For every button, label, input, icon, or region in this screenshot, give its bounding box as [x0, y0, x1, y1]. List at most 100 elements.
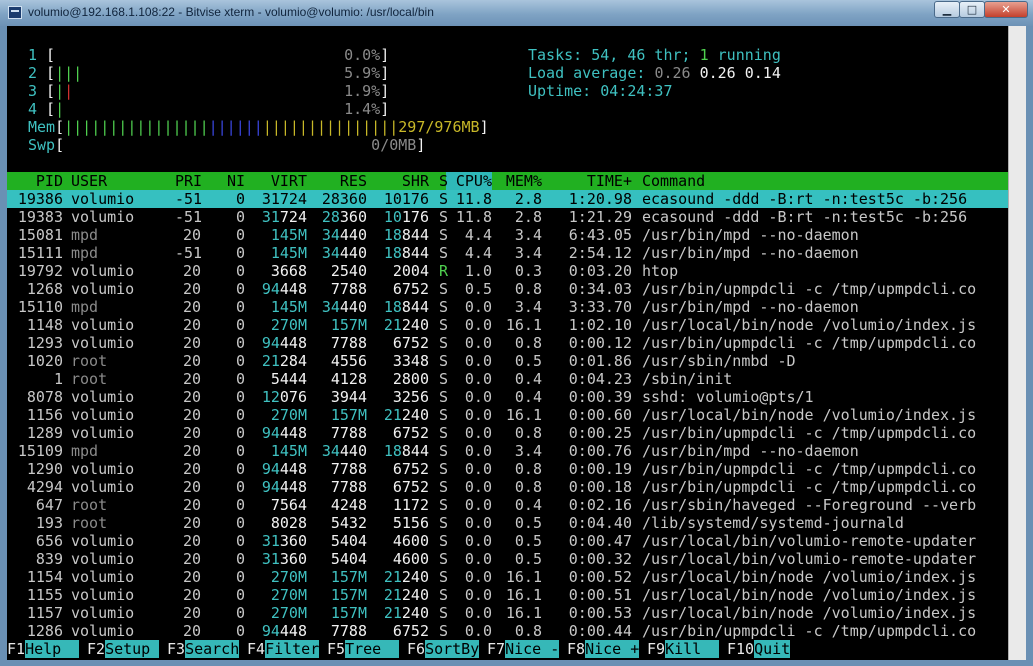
- process-row[interactable]: 193 root 20 0 8028 5432 5156 S 0.0 0.5 0:04.40/lib…: [7, 514, 904, 532]
- col-mem[interactable]: MEM%: [492, 172, 542, 190]
- process-row[interactable]: 1290 volumio 20 0 94448 7788 6752 S 0.0 0.8 0:00.1…: [7, 460, 976, 478]
- cell-shr: 2800: [392, 370, 429, 388]
- cell-shr: 21240: [383, 316, 429, 334]
- cell-ni: 0: [235, 370, 245, 388]
- process-row[interactable]: 1268 volumio 20 0 94448 7788 6752 S 0.5 0.8 0:34.0…: [7, 280, 976, 298]
- cell-pid: 1290: [26, 460, 63, 478]
- cell-cmd: /usr/bin/upmpdcli -c /tmp/upmpdcli.co: [642, 280, 977, 298]
- process-row[interactable]: 19383 volumio -51 0 31724 28360 10176 S 11.8 2.8 1…: [7, 208, 967, 226]
- col-res[interactable]: RES: [307, 172, 367, 190]
- fkey-f4[interactable]: F4Filter: [247, 640, 320, 658]
- process-row[interactable]: 15111 mpd -51 0 145M 34440 18844 S 4.4 3.4 2:54.12…: [7, 244, 859, 262]
- fkey-key: F9: [647, 640, 666, 658]
- process-row[interactable]: 19792 volumio 20 0 3668 2540 2004 R 1.0 0.3 0:03.2…: [7, 262, 678, 280]
- cell-ni: 0: [235, 280, 245, 298]
- cell-virt: 3668: [270, 262, 307, 280]
- fkey-f2[interactable]: F2Setup: [87, 640, 160, 658]
- cell-res: 28360: [321, 208, 367, 226]
- terminal-app-icon[interactable]: [8, 6, 22, 19]
- process-row[interactable]: 8078 volumio 20 0 12076 3944 3256 S 0.0 0.4 0:00.3…: [7, 388, 814, 406]
- title-bar[interactable]: volumio@192.168.1.108:22 - Bitvise xterm…: [0, 0, 1033, 26]
- cell-mem: 0.8: [514, 622, 542, 640]
- col-user[interactable]: USER: [71, 172, 175, 190]
- terminal-area[interactable]: 1 [ 0.0%] 2 [||| 5.9%] 3 [|| 1.9%] 4 [| …: [7, 26, 1008, 660]
- col-cpu[interactable]: CPU%: [448, 172, 492, 190]
- cell-pri: 20: [182, 388, 201, 406]
- process-row[interactable]: 1 root 20 0 5444 4128 2800 S 0.0 0.4 0:04.23/sbin/…: [7, 370, 732, 388]
- cell-cpu: 0.0: [464, 550, 492, 568]
- fkey-f3[interactable]: F3Search: [167, 640, 240, 658]
- terminal-window: volumio@192.168.1.108:22 - Bitvise xterm…: [0, 0, 1033, 666]
- process-row[interactable]: 1286 volumio 20 0 94448 7788 6752 S 0.0 0.8 0:00.4…: [7, 622, 976, 640]
- function-key-bar: F1Help F2Setup F3Search F4Filter F5Tree F6…: [7, 640, 1008, 658]
- fkey-f7[interactable]: F7Nice -: [487, 640, 560, 658]
- cell-res: 157M: [330, 568, 367, 586]
- col-ni[interactable]: NI: [201, 172, 245, 190]
- cell-virt: 7564: [270, 496, 307, 514]
- cell-virt: 94448: [261, 334, 307, 352]
- cpu-meter-2: 2 [||| 5.9%]: [28, 64, 390, 82]
- process-row[interactable]: 656 volumio 20 0 31360 5404 4600 S 0.0 0.5 0:00.47…: [7, 532, 976, 550]
- cell-time: 0:00.39: [568, 388, 632, 406]
- fkey-key: F3: [167, 640, 186, 658]
- cell-pid: 19386: [17, 190, 63, 208]
- fkey-label: Nice -: [505, 640, 560, 658]
- process-row[interactable]: 1156 volumio 20 0 270M 157M 21240 S 0.0 16.1 0:00.…: [7, 406, 976, 424]
- close-button[interactable]: ✕: [984, 1, 1028, 18]
- minimize-button[interactable]: ▁: [934, 1, 960, 18]
- col-pri[interactable]: PRI: [175, 172, 202, 190]
- cell-cmd: sshd: volumio@pts/1: [642, 388, 814, 406]
- process-row[interactable]: 15081 mpd 20 0 145M 34440 18844 S 4.4 3.4 6:43.05 /…: [7, 226, 859, 244]
- process-row[interactable]: 15110 mpd 20 0 145M 34440 18844 S 0.0 3.4 3:33.70 /…: [7, 298, 859, 316]
- cell-cmd: /usr/local/bin/volumio-remote-updater: [642, 532, 977, 550]
- cell-res: 5404: [330, 532, 367, 550]
- cell-pri: 20: [182, 532, 201, 550]
- cell-user: root: [71, 352, 108, 370]
- process-row[interactable]: 839 volumio 20 0 31360 5404 4600 S 0.0 0.5 0:00.32…: [7, 550, 976, 568]
- process-row[interactable]: 647 root 20 0 7564 4248 1172 S 0.0 0.4 0:02.16/usr…: [7, 496, 976, 514]
- process-row[interactable]: 4294 volumio 20 0 94448 7788 6752 S 0.0 0.8 0:00.1…: [7, 478, 976, 496]
- cell-time: 2:54.12: [568, 244, 632, 262]
- cell-s: S: [438, 388, 448, 406]
- cell-cpu: 0.0: [464, 622, 492, 640]
- col-shr[interactable]: SHR: [367, 172, 429, 190]
- cell-user: volumio: [71, 604, 135, 622]
- fkey-key: F4: [247, 640, 266, 658]
- fkey-label: Search: [185, 640, 240, 658]
- fkey-f10[interactable]: F10Quit: [727, 640, 791, 658]
- scrollbar[interactable]: [1008, 26, 1026, 660]
- fkey-key: F5: [327, 640, 346, 658]
- fkey-f1[interactable]: F1Help: [7, 640, 80, 658]
- cell-cpu: 0.0: [464, 532, 492, 550]
- col-state[interactable]: S: [429, 172, 448, 190]
- cell-pri: 20: [182, 460, 201, 478]
- fkey-f5[interactable]: F5Tree: [327, 640, 400, 658]
- process-row[interactable]: 1148 volumio 20 0 270M 157M 21240 S 0.0 16.1 1:02.…: [7, 316, 976, 334]
- cpu-number: 1: [28, 46, 38, 64]
- process-row[interactable]: 19386 volumio -51 0 31724 28360 10176 S 11.8 2.8 1…: [7, 190, 967, 208]
- cell-virt: 21284: [261, 352, 307, 370]
- col-virt[interactable]: VIRT: [245, 172, 307, 190]
- fkey-f9[interactable]: F9Kill: [647, 640, 720, 658]
- col-pid[interactable]: PID: [7, 172, 63, 190]
- cell-cpu: 0.0: [464, 586, 492, 604]
- cell-pri: 20: [182, 604, 201, 622]
- cell-virt: 94448: [261, 280, 307, 298]
- process-row[interactable]: 1155 volumio 20 0 270M 157M 21240 S 0.0 16.1 0:00.…: [7, 586, 976, 604]
- process-row[interactable]: 1289 volumio 20 0 94448 7788 6752 S 0.0 0.8 0:00.2…: [7, 424, 976, 442]
- col-time[interactable]: TIME+: [542, 172, 632, 190]
- process-row[interactable]: 1293 volumio 20 0 94448 7788 6752 S 0.0 0.8 0:00.1…: [7, 334, 976, 352]
- fkey-f6[interactable]: F6SortBy: [407, 640, 480, 658]
- process-row[interactable]: 1154 volumio 20 0 270M 157M 21240 S 0.0 16.1 0:00.…: [7, 568, 976, 586]
- col-command[interactable]: Command: [642, 172, 705, 190]
- mem-meter: Mem[||||||||||||||||||||||||||||||||||||…: [28, 118, 489, 136]
- maximize-button[interactable]: □: [959, 1, 985, 18]
- process-row[interactable]: 1157 volumio 20 0 270M 157M 21240 S 0.0 16.1 0:00.…: [7, 604, 976, 622]
- process-row[interactable]: 15109 mpd 20 0 145M 34440 18844 S 0.0 3.4 0:00.76 /…: [7, 442, 859, 460]
- fkey-f8[interactable]: F8Nice +: [567, 640, 640, 658]
- process-row[interactable]: 1020 root 20 0 21284 4556 3348 S 0.0 0.5 0:01.86/u…: [7, 352, 796, 370]
- cell-cpu: 0.0: [464, 406, 492, 424]
- cell-cpu: 4.4: [464, 226, 492, 244]
- fkey-label: Nice +: [585, 640, 640, 658]
- cell-shr: 21240: [383, 406, 429, 424]
